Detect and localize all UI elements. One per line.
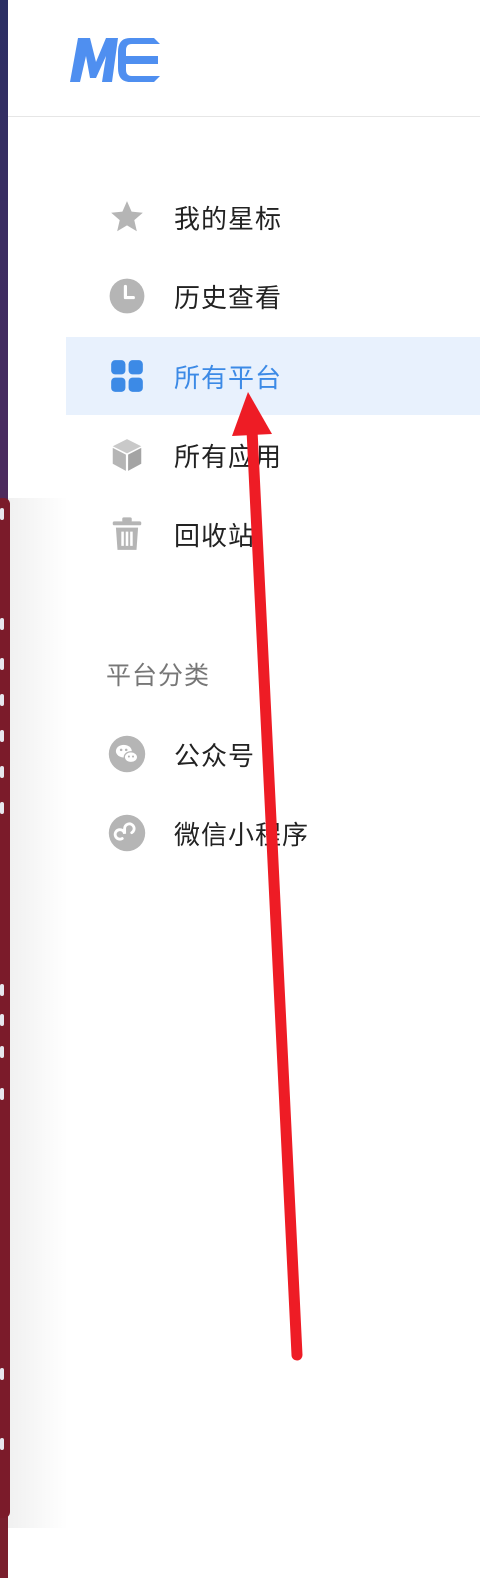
dock-app-icon[interactable]	[0, 802, 4, 814]
dock-app-icon[interactable]	[0, 1014, 4, 1026]
dock-app-icon[interactable]	[0, 730, 4, 742]
menu-item-trash[interactable]: 回收站	[66, 495, 480, 573]
dock	[0, 498, 10, 1518]
category-item-official-account[interactable]: 公众号	[66, 715, 480, 793]
menu-item-label: 所有应用	[174, 442, 283, 473]
dock-app-icon[interactable]	[0, 658, 4, 670]
menu-item-label: 所有平台	[174, 363, 283, 394]
menu-item-label: 历史查看	[174, 283, 283, 314]
trash-icon	[108, 515, 146, 553]
dock-app-icon[interactable]	[0, 766, 4, 778]
clock-icon	[108, 277, 146, 315]
mini-program-icon	[108, 814, 146, 852]
dock-app-icon[interactable]	[0, 618, 4, 630]
menu-item-label: 回收站	[174, 521, 256, 552]
menu-item-apps[interactable]: 所有应用	[66, 416, 480, 494]
category-item-label: 微信小程序	[174, 820, 310, 851]
brand-logo[interactable]	[66, 34, 162, 86]
dock-app-icon[interactable]	[0, 508, 4, 520]
category-item-mini-program[interactable]: 微信小程序	[66, 794, 480, 872]
menu-item-starred[interactable]: 我的星标	[66, 178, 480, 256]
dock-app-icon[interactable]	[0, 984, 4, 996]
dock-app-icon[interactable]	[0, 1368, 4, 1380]
dock-app-icon[interactable]	[0, 694, 4, 706]
menu-item-history[interactable]: 历史查看	[66, 257, 480, 335]
star-icon	[108, 198, 146, 236]
cube-icon	[108, 436, 146, 474]
dock-app-icon[interactable]	[0, 1046, 4, 1058]
dock-shadow	[8, 498, 68, 1528]
header	[8, 0, 480, 117]
grid-icon	[108, 357, 146, 395]
menu-item-platforms[interactable]: 所有平台	[66, 337, 480, 415]
dock-app-icon[interactable]	[0, 1088, 4, 1100]
menu-item-label: 我的星标	[174, 204, 283, 235]
category-item-label: 公众号	[174, 741, 256, 772]
dock-app-icon[interactable]	[0, 1438, 4, 1450]
app-window: 我的星标 历史查看 所有平台 所有应用 回收站 平台分类 公众号 微信小程序	[0, 0, 480, 1578]
category-section-title: 平台分类	[106, 661, 211, 690]
wechat-icon	[108, 735, 146, 773]
